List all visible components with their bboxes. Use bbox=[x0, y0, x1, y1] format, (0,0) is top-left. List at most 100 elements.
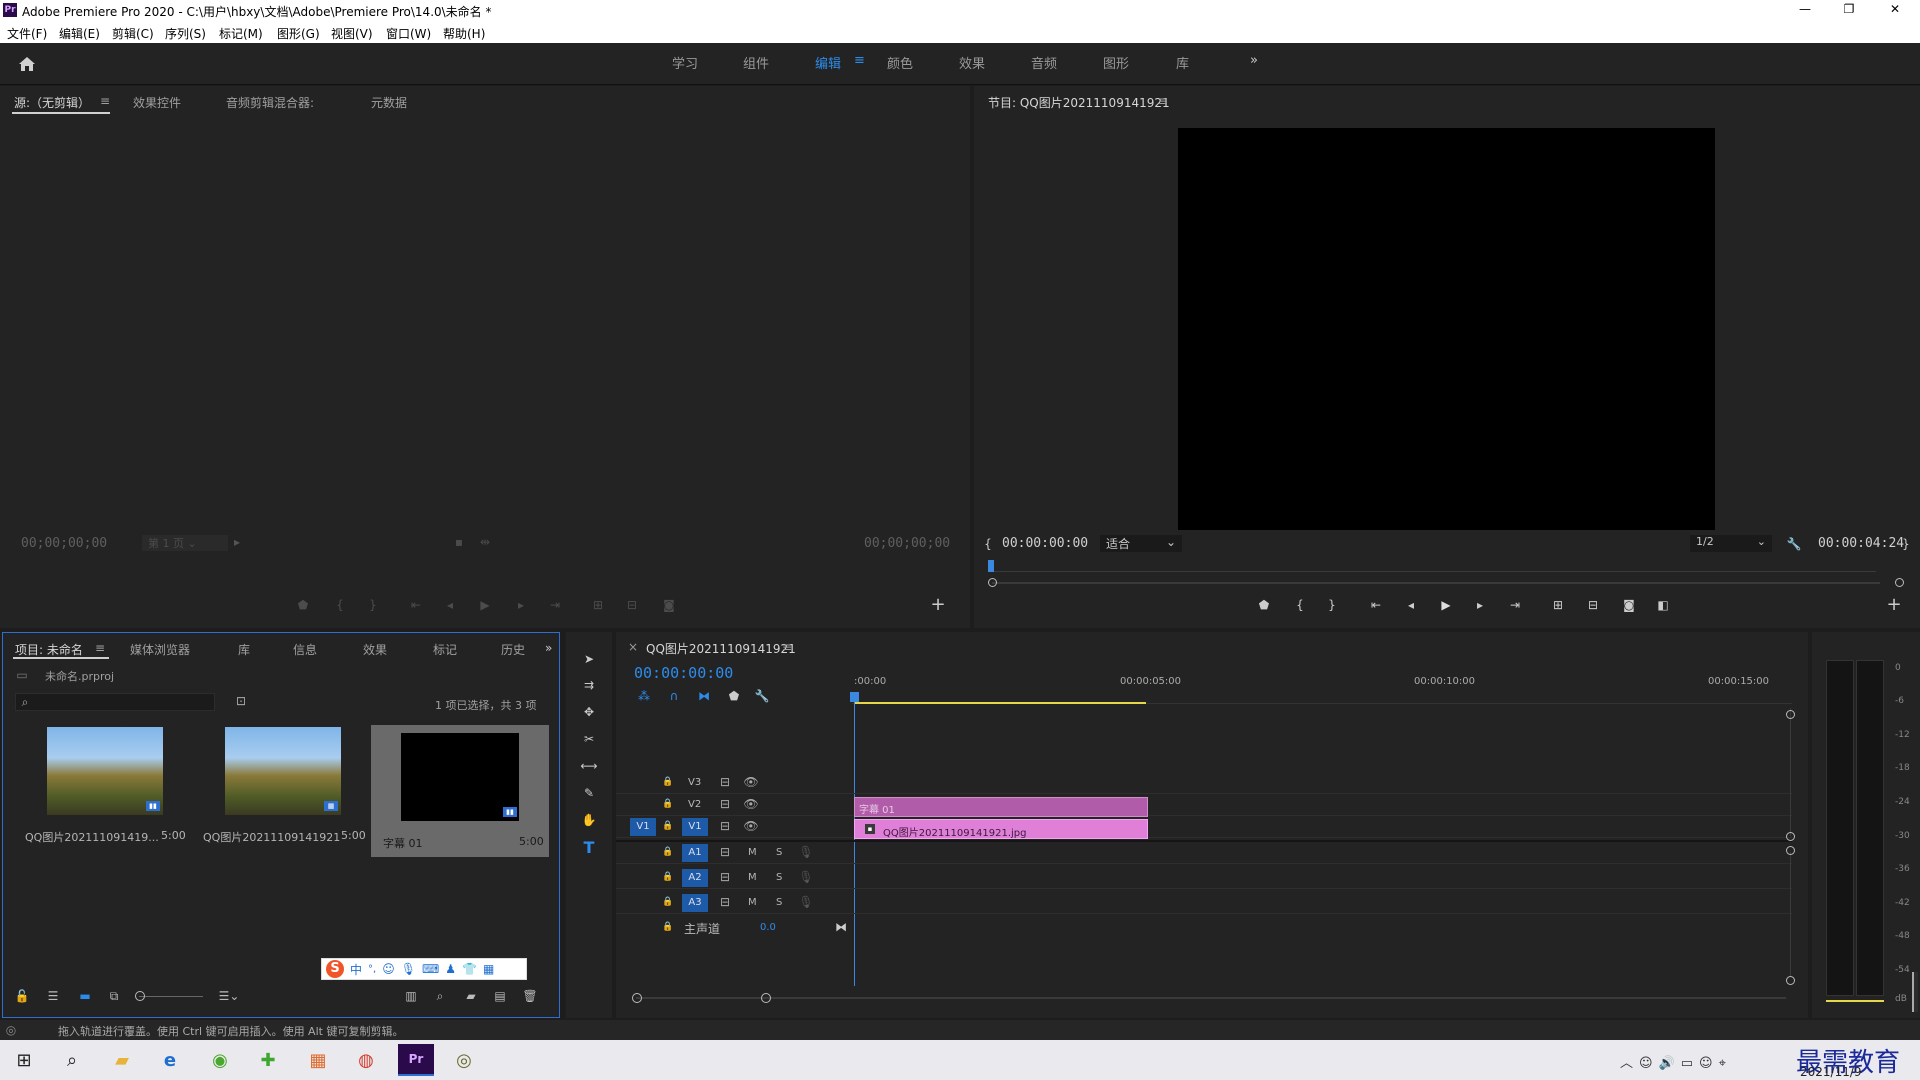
tab-markers[interactable]: 标记 bbox=[433, 641, 457, 658]
punctuation-icon[interactable]: °, bbox=[368, 964, 376, 975]
more-tabs-icon[interactable]: » bbox=[545, 641, 552, 655]
project-item[interactable]: ▮▮ 字幕 01 5:00 bbox=[371, 725, 549, 857]
go-to-in-icon[interactable]: ⇤ bbox=[409, 598, 423, 612]
menu-clip[interactable]: 剪辑(C) bbox=[112, 25, 154, 42]
quality-dropdown[interactable]: 1/2 ⌄ bbox=[1690, 535, 1772, 552]
playhead-handle[interactable] bbox=[850, 692, 859, 702]
freeform-view-icon[interactable]: ⧉ bbox=[105, 989, 123, 1003]
mute-button[interactable]: M bbox=[748, 897, 757, 908]
zoom-handle-right[interactable] bbox=[1895, 578, 1904, 587]
add-marker-icon[interactable]: ⬟ bbox=[1257, 598, 1271, 612]
track-label[interactable]: A3 bbox=[682, 894, 708, 912]
source-timecode-in[interactable]: 00;00;00;00 bbox=[21, 536, 107, 551]
tab-metadata[interactable]: 元数据 bbox=[371, 94, 407, 111]
timeline-playhead-timecode[interactable]: 00:00:00:00 bbox=[634, 664, 733, 682]
mute-button[interactable]: M bbox=[748, 847, 757, 858]
menu-help[interactable]: 帮助(H) bbox=[443, 25, 485, 42]
chrome-icon[interactable]: ◍ bbox=[348, 1044, 384, 1076]
scroll-handle[interactable] bbox=[1786, 832, 1795, 841]
add-marker-icon[interactable]: ⬟ bbox=[726, 688, 742, 704]
workspace-tab-learn[interactable]: 学习 bbox=[672, 53, 698, 72]
workspace-tab-graphics[interactable]: 图形 bbox=[1103, 53, 1129, 72]
mark-in-icon[interactable]: { bbox=[333, 598, 347, 612]
track-lock-icon[interactable]: 🔒 bbox=[662, 871, 674, 883]
zoom-handle-left[interactable] bbox=[988, 578, 997, 587]
go-to-out-icon[interactable]: ⇥ bbox=[548, 598, 562, 612]
close-sequence-icon[interactable]: × bbox=[628, 640, 638, 654]
comparison-view-icon[interactable]: ◧ bbox=[1655, 598, 1671, 612]
go-to-out-icon[interactable]: ⇥ bbox=[1508, 598, 1522, 612]
premiere-taskbar-icon[interactable]: Pr bbox=[398, 1044, 434, 1076]
track-label[interactable]: V1 bbox=[682, 818, 708, 836]
eye-icon[interactable]: 👁 bbox=[743, 797, 758, 811]
track-label[interactable]: A1 bbox=[682, 844, 708, 862]
workspace-tab-assembly[interactable]: 组件 bbox=[743, 53, 769, 72]
add-button-icon[interactable]: + bbox=[1886, 594, 1902, 615]
panel-menu-icon[interactable]: ≡ bbox=[100, 94, 110, 108]
microphone-icon[interactable]: 🎙 bbox=[401, 962, 416, 976]
tab-history[interactable]: 历史 bbox=[501, 641, 525, 658]
icon-view-icon[interactable]: ▬ bbox=[77, 989, 93, 1003]
eye-icon[interactable]: 👁 bbox=[743, 775, 758, 789]
program-zoom-bar[interactable] bbox=[992, 582, 1880, 584]
hand-tool-icon[interactable]: ✋ bbox=[580, 811, 598, 829]
solo-button[interactable]: S bbox=[776, 872, 782, 883]
vu-solo-buttons[interactable] bbox=[1912, 972, 1918, 1012]
go-to-edit-icon[interactable]: ⧓ bbox=[834, 920, 848, 934]
app-icon-tiles[interactable]: ▦ bbox=[300, 1044, 336, 1076]
title-clip[interactable]: 字幕 01 bbox=[854, 797, 1148, 817]
maximize-button[interactable]: ❐ bbox=[1834, 2, 1864, 16]
track-lock-icon[interactable]: 🔒 bbox=[662, 820, 674, 832]
step-back-icon[interactable]: ◂ bbox=[443, 598, 457, 612]
track-lock-icon[interactable]: 🔒 bbox=[662, 846, 674, 858]
project-item[interactable]: ▦ QQ图片20211109141921 5:00 bbox=[193, 725, 366, 857]
mark-in-icon[interactable]: { bbox=[1293, 598, 1307, 612]
menu-markers[interactable]: 标记(M) bbox=[219, 25, 263, 42]
tab-project[interactable]: 项目: 未命名 bbox=[15, 641, 83, 658]
overwrite-icon[interactable]: ⊟ bbox=[624, 598, 640, 612]
source-settings-icon[interactable]: ▪ bbox=[452, 534, 466, 550]
sync-lock-icon[interactable]: ⊟ bbox=[718, 845, 732, 859]
step-forward-icon[interactable]: ▸ bbox=[1473, 598, 1487, 612]
app-icon-camera[interactable]: ◎ bbox=[446, 1044, 482, 1076]
track-lock-icon[interactable]: 🔒 bbox=[662, 776, 674, 788]
user-icon[interactable]: ♟ bbox=[445, 962, 456, 976]
audio-scrollbar[interactable] bbox=[1790, 852, 1791, 976]
extract-icon[interactable]: ⊟ bbox=[1585, 598, 1601, 612]
workspace-tab-audio[interactable]: 音频 bbox=[1031, 53, 1057, 72]
add-marker-icon[interactable]: ⬟ bbox=[296, 598, 310, 612]
solo-button[interactable]: S bbox=[776, 847, 782, 858]
tab-info[interactable]: 信息 bbox=[293, 641, 317, 658]
slip-tool-icon[interactable]: ⟷ bbox=[580, 757, 598, 775]
play-icon[interactable]: ▶ bbox=[1439, 598, 1453, 612]
tab-effect-controls[interactable]: 效果控件 bbox=[133, 94, 181, 111]
menu-sequence[interactable]: 序列(S) bbox=[165, 25, 206, 42]
selection-tool-icon[interactable]: ➤ bbox=[580, 650, 598, 668]
automate-to-sequence-icon[interactable]: ▥ bbox=[403, 989, 419, 1003]
export-frame-icon[interactable]: ◙ bbox=[661, 598, 677, 612]
linked-selection-icon[interactable]: ⧓ bbox=[696, 688, 712, 704]
tray-icons[interactable]: ︿☺🔊▭☺⌖ bbox=[1620, 1052, 1732, 1071]
track-select-tool-icon[interactable]: ⇉ bbox=[580, 676, 598, 694]
fit-dropdown[interactable]: 适合 ⌄ bbox=[1100, 535, 1182, 552]
zoom-slider[interactable] bbox=[139, 996, 203, 997]
menu-edit[interactable]: 编辑(E) bbox=[59, 25, 100, 42]
microphone-icon[interactable]: 🎙 bbox=[798, 895, 813, 909]
ime-mode[interactable]: 中 bbox=[350, 961, 362, 978]
workspace-tab-editing[interactable]: 编辑 bbox=[815, 53, 841, 72]
scroll-handle[interactable] bbox=[1786, 976, 1795, 985]
zoom-handle-left[interactable] bbox=[632, 993, 642, 1003]
source-page-dropdown[interactable]: 第 1 页 ⌄ bbox=[142, 535, 228, 551]
program-mini-ruler[interactable] bbox=[992, 562, 1876, 572]
program-video-frame[interactable] bbox=[1178, 128, 1715, 530]
program-playhead-marker[interactable] bbox=[988, 560, 994, 572]
zoom-slider-handle[interactable] bbox=[135, 991, 145, 1001]
time-ruler[interactable] bbox=[852, 676, 1792, 704]
sync-lock-icon[interactable]: ⊟ bbox=[718, 895, 732, 909]
wrench-icon[interactable]: 🔧 bbox=[1786, 536, 1802, 552]
new-search-bin-icon[interactable]: ⊡ bbox=[233, 694, 249, 708]
eye-icon[interactable]: 👁 bbox=[743, 819, 758, 833]
master-volume-value[interactable]: 0.0 bbox=[760, 922, 776, 933]
minimize-button[interactable]: — bbox=[1790, 2, 1820, 16]
sequence-tab[interactable]: QQ图片20211109141921 bbox=[646, 640, 796, 657]
